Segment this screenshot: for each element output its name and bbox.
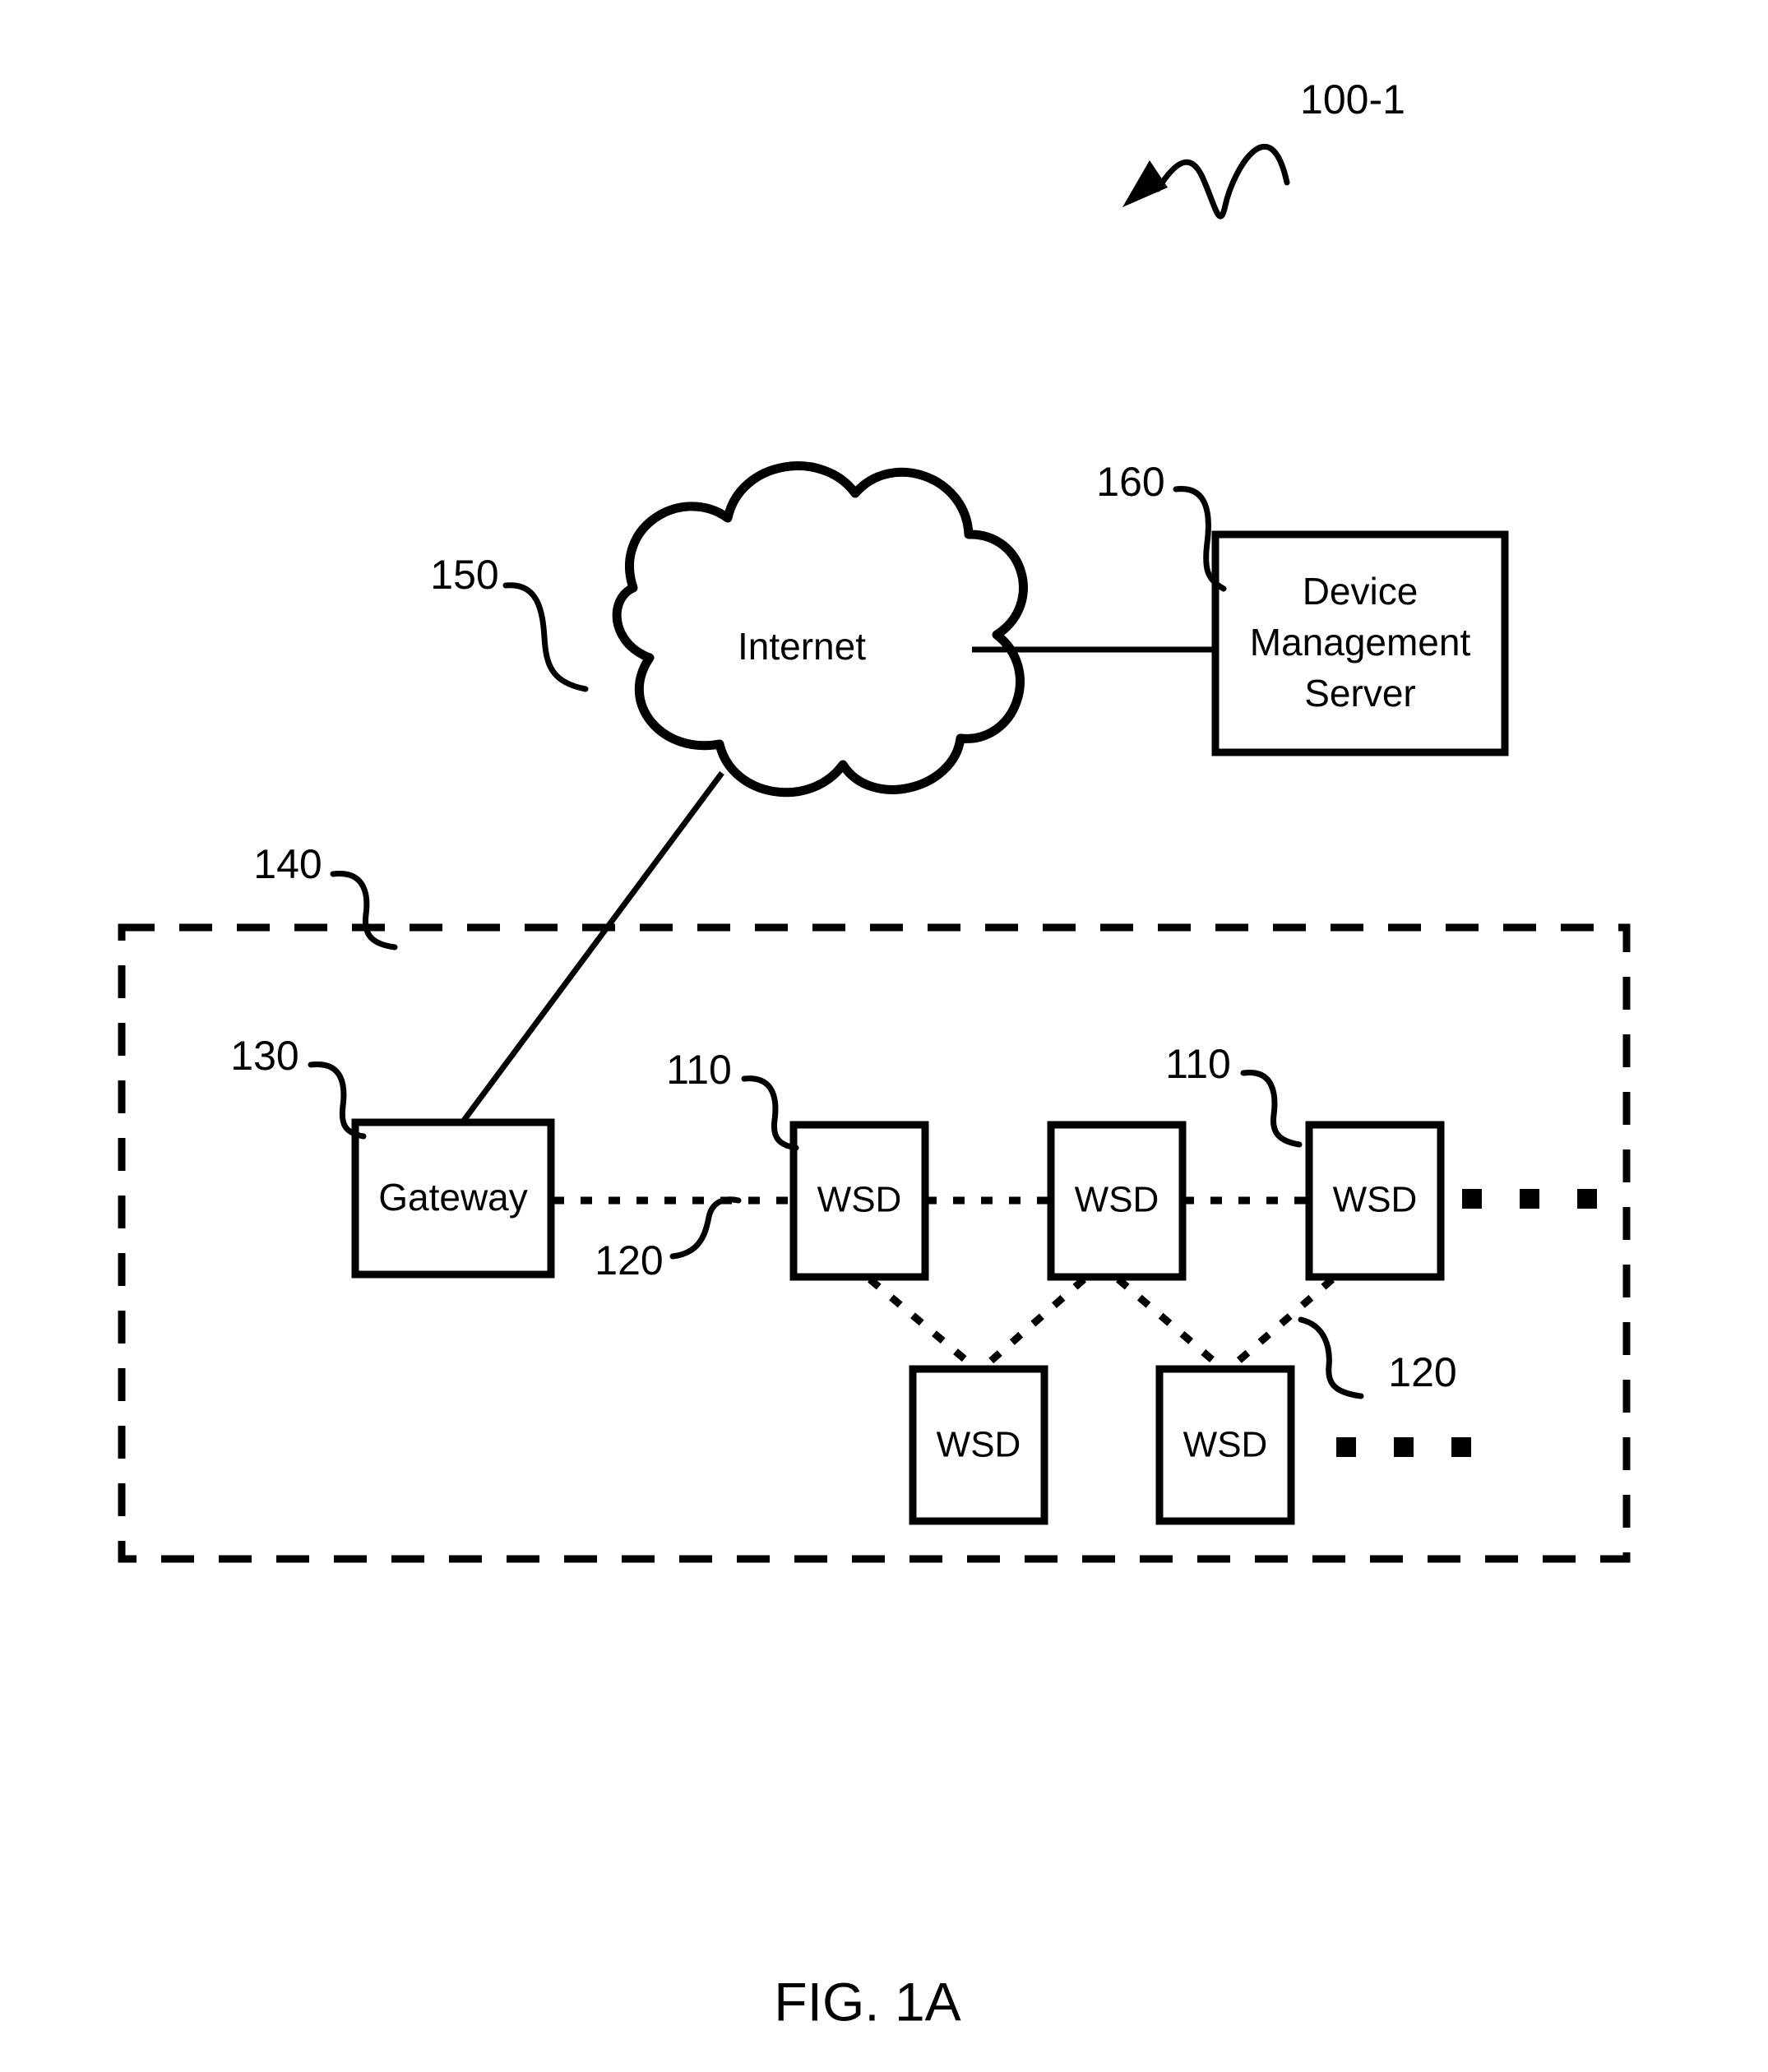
server-reference-label: 160 [1096,459,1164,505]
device-management-server: Device Management Server [1211,530,1509,756]
wireless-link-reference-leader-left [669,1196,742,1260]
wsd-node-top-1: WSD [789,1121,929,1281]
mesh-link-wsd1-bottom1 [868,1276,977,1371]
mesh-link-wsd2-bottom1 [981,1276,1086,1371]
wsd-label: WSD [1183,1425,1268,1465]
wsd-node-bottom-2: WSD [1155,1365,1295,1525]
wireless-link-reference-leader-right [1298,1316,1364,1399]
wsd-node-top-3: WSD [1305,1121,1445,1281]
server-label-line1: Device [1303,570,1419,613]
gateway-label: Gateway [378,1176,528,1219]
mesh-link-wsd2-bottom2 [1116,1276,1224,1371]
ellipsis-bottom-row [1336,1437,1471,1457]
boundary-reference-leader [330,871,398,950]
patent-figure-page: 100-1 Internet 150 Device Management Ser… [0,0,1768,2072]
wireless-link-reference-label-right: 120 [1388,1349,1456,1395]
server-label-line3: Server [1304,672,1415,715]
wsd-reference-leader-left [741,1075,799,1151]
wsd-node-top-2: WSD [1047,1121,1187,1281]
internet-label: Internet [738,625,866,668]
wsd-reference-leader-right [1240,1070,1303,1148]
wsd-label: WSD [1075,1180,1159,1220]
gateway-reference-label: 130 [230,1033,299,1079]
server-label-line2: Management [1250,621,1471,664]
gateway-node: Gateway [351,1118,555,1279]
wsd-label: WSD [817,1180,902,1220]
wsd-label: WSD [1333,1180,1418,1220]
wsd-reference-label-right: 110 [1165,1041,1231,1087]
cloud-reference-label: 150 [430,552,498,598]
boundary-reference-label: 140 [253,841,322,887]
system-reference-arrow [1122,144,1290,220]
internet-cloud: Internet [612,461,1028,798]
figure-canvas: 100-1 Internet 150 Device Management Ser… [118,76,1631,2032]
wsd-node-bottom-1: WSD [909,1365,1048,1525]
system-reference-label: 100-1 [1300,76,1405,123]
ellipsis-top-row [1462,1189,1597,1209]
mesh-link-wsd3-bottom2 [1229,1276,1335,1371]
wsd-reference-label-left: 110 [666,1047,732,1093]
wsd-label: WSD [937,1425,1021,1465]
cloud-reference-leader [502,582,589,692]
figure-caption: FIG. 1A [774,1971,960,2032]
wireless-link-reference-label-left: 120 [595,1237,663,1283]
